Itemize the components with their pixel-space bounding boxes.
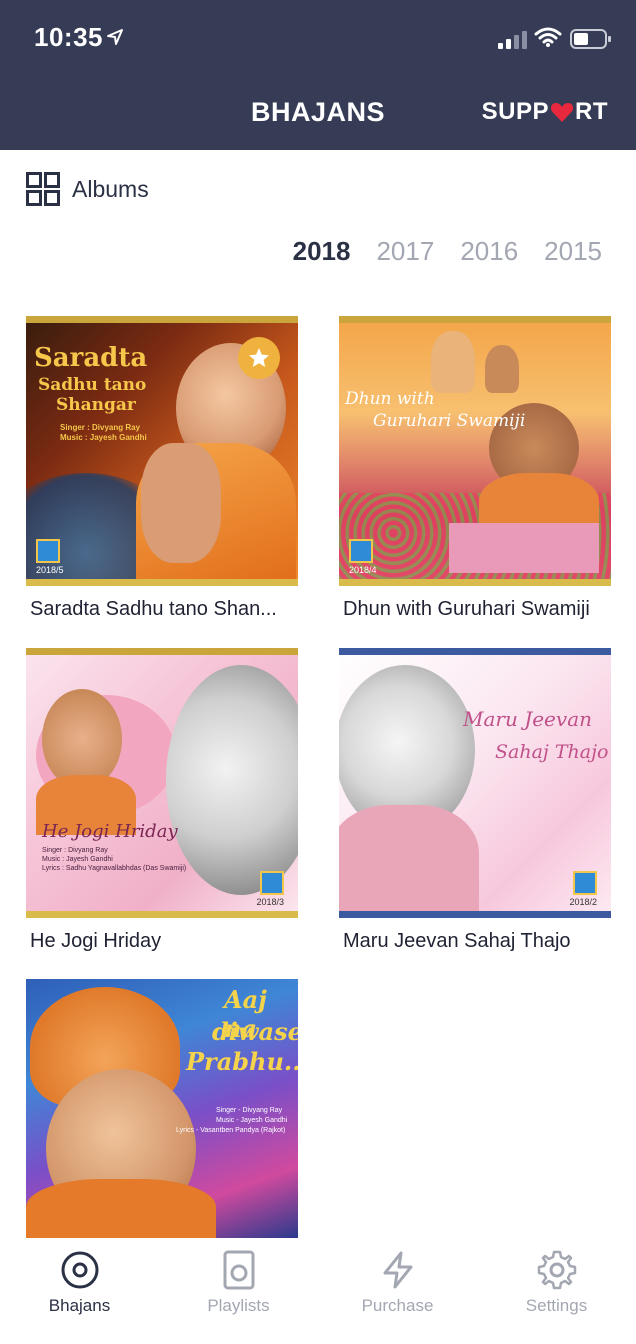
album-cover: He Jogi Hriday Singer : Divyang Ray Musi… bbox=[26, 648, 298, 918]
album-cover: Dhun with Guruhari Swamiji 2018/4 bbox=[339, 316, 611, 586]
album-logo-icon bbox=[573, 871, 597, 895]
albums-view-toggle[interactable]: Albums bbox=[26, 172, 149, 206]
album-tag: 2018/2 bbox=[569, 897, 597, 907]
albums-label: Albums bbox=[72, 175, 149, 202]
bottom-tab-bar: Bhajans Playlists Purchase Settings bbox=[0, 1238, 636, 1344]
album-tag: 2018/5 bbox=[36, 565, 64, 575]
tab-playlists[interactable]: Playlists bbox=[159, 1238, 318, 1344]
album-caption: Saradta Sadhu tano Shan... bbox=[30, 598, 277, 620]
cover-credit: Singer - Divyang Ray bbox=[216, 1107, 283, 1114]
cover-credit: Lyrics - Vasantben Pandya (Rajkot) bbox=[176, 1127, 286, 1134]
year-tab-2016[interactable]: 2016 bbox=[460, 236, 518, 267]
cover-subtitle: Sahaj Thajo bbox=[495, 741, 609, 763]
album-tag: 2018/3 bbox=[256, 897, 284, 907]
cover-subtitle: Sadhu tano bbox=[38, 375, 147, 395]
album-card[interactable]: Aaj na diwase Prabhu... Singer - Divyang… bbox=[26, 979, 298, 1238]
cover-title: Saradta bbox=[34, 343, 148, 373]
album-caption: Dhun with Guruhari Swamiji bbox=[343, 598, 590, 620]
tab-purchase[interactable]: Purchase bbox=[318, 1238, 477, 1344]
cover-credit: Singer : Divyang Ray bbox=[60, 423, 141, 432]
year-tab-2017[interactable]: 2017 bbox=[376, 236, 434, 267]
cover-title: Dhun with bbox=[345, 389, 435, 409]
album-card[interactable]: He Jogi Hriday Singer : Divyang Ray Musi… bbox=[26, 648, 298, 953]
app-header: 10:35 BHAJANS SUPP RT bbox=[0, 0, 636, 150]
album-caption: He Jogi Hriday bbox=[30, 930, 162, 952]
cover-credit: Music - Jayesh Gandhi bbox=[216, 1117, 288, 1124]
lightning-icon bbox=[383, 1251, 412, 1289]
album-logo-icon bbox=[36, 539, 60, 563]
disc-icon bbox=[61, 1251, 98, 1289]
cellular-signal-icon bbox=[498, 31, 527, 49]
speaker-icon bbox=[223, 1250, 254, 1290]
tab-label: Playlists bbox=[207, 1296, 270, 1315]
heart-icon bbox=[550, 103, 574, 122]
year-tab-2015[interactable]: 2015 bbox=[544, 236, 602, 267]
favorite-badge[interactable] bbox=[238, 337, 280, 379]
tab-settings[interactable]: Settings bbox=[477, 1238, 636, 1344]
album-card[interactable]: Saradta Sadhu tano Shangar Singer : Divy… bbox=[26, 316, 298, 621]
tab-label: Settings bbox=[525, 1296, 588, 1315]
album-cover: Aaj na diwase Prabhu... Singer - Divyang… bbox=[26, 979, 298, 1238]
cover-credit: Singer : Divyang Ray bbox=[42, 847, 108, 854]
tab-bhajans[interactable]: Bhajans bbox=[0, 1238, 159, 1344]
wifi-icon bbox=[534, 27, 562, 47]
cover-credit: Music : Jayesh Gandhi bbox=[60, 433, 147, 442]
grid-icon bbox=[26, 172, 60, 206]
album-cover: Maru Jeevan Sahaj Thajo 2018/2 bbox=[339, 648, 611, 918]
album-logo-icon bbox=[349, 539, 373, 563]
cover-subtitle: Prabhu... bbox=[186, 1047, 298, 1076]
tab-label: Purchase bbox=[361, 1296, 434, 1315]
gear-icon bbox=[537, 1250, 576, 1290]
album-tag: 2018/4 bbox=[349, 565, 377, 575]
album-card[interactable]: Dhun with Guruhari Swamiji 2018/4 Dhun w… bbox=[339, 316, 611, 621]
cover-title: Maru Jeevan bbox=[463, 707, 592, 731]
star-icon bbox=[249, 348, 269, 367]
tab-label: Bhajans bbox=[48, 1296, 111, 1315]
support-label-right: RT bbox=[575, 98, 608, 125]
year-filter: 2018 2017 2016 2015 bbox=[293, 236, 602, 267]
album-cover: Saradta Sadhu tano Shangar Singer : Divy… bbox=[26, 316, 298, 586]
support-button[interactable]: SUPP RT bbox=[482, 98, 608, 126]
battery-icon bbox=[570, 29, 611, 49]
cover-subtitle: Shangar bbox=[56, 395, 136, 415]
album-logo-icon bbox=[260, 871, 284, 895]
album-card[interactable]: Maru Jeevan Sahaj Thajo 2018/2 Maru Jeev… bbox=[339, 648, 611, 953]
cover-subtitle: diwase bbox=[212, 1017, 298, 1046]
support-label-left: SUPP bbox=[481, 98, 549, 125]
cover-subtitle: Guruhari Swamiji bbox=[373, 411, 526, 431]
cover-title: He Jogi Hriday bbox=[42, 821, 178, 842]
year-tab-2018[interactable]: 2018 bbox=[293, 236, 351, 267]
album-caption: Maru Jeevan Sahaj Thajo bbox=[343, 930, 571, 952]
status-time: 10:35 bbox=[34, 22, 103, 52]
location-arrow-icon bbox=[107, 29, 123, 45]
cover-credit: Music : Jayesh Gandhi bbox=[42, 856, 113, 863]
cover-credit: Lyrics : Sadhu Yagnavallabhdas (Das Swam… bbox=[42, 865, 187, 872]
